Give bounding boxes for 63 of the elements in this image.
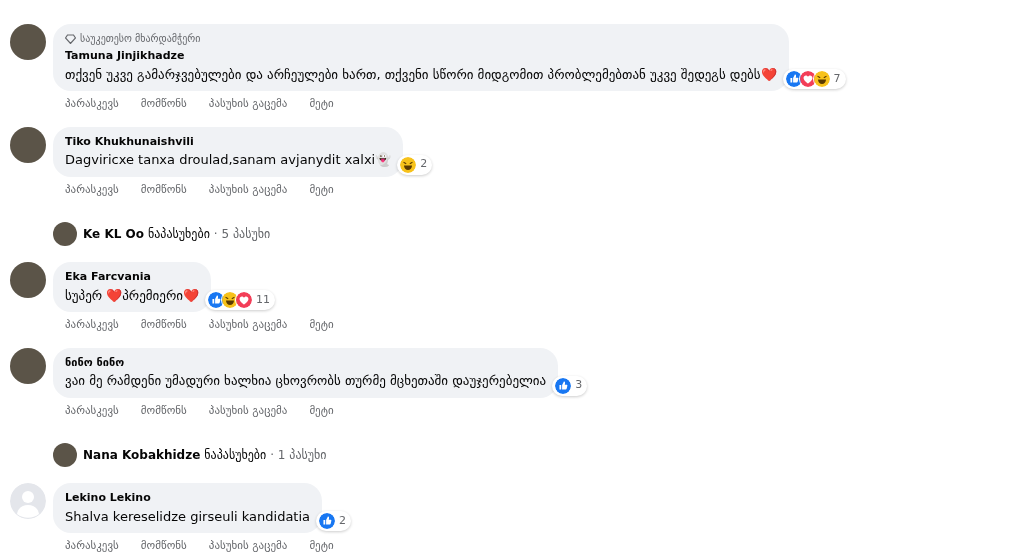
like-reaction-icon xyxy=(784,70,803,88)
comment-action-link[interactable]: მომწონს xyxy=(140,538,187,554)
replied-label: ნაპასუხები xyxy=(148,226,210,243)
comment-action-link[interactable]: პარასკევს xyxy=(65,181,119,198)
comment-action-link[interactable]: პარასკევს xyxy=(65,317,119,334)
comment-action-link[interactable]: პასუხის გაცემა xyxy=(208,181,288,198)
reaction-count: 2 xyxy=(339,512,347,529)
comment-action-link[interactable]: პასუხის გაცემა xyxy=(208,317,288,334)
comment-action-link[interactable]: მეტი xyxy=(309,317,334,334)
comment-action-link[interactable]: პასუხის გაცემა xyxy=(208,538,288,554)
reaction-count: 7 xyxy=(833,70,841,87)
avatar-photo-placeholder[interactable] xyxy=(10,262,46,298)
avatar-photo-placeholder[interactable] xyxy=(53,222,77,246)
reaction-summary[interactable]: 2 xyxy=(316,511,352,531)
reply-count: · 5 პასუხი xyxy=(213,226,271,243)
comment-text: სუპერ ❤პრემიერი❤ xyxy=(65,286,199,305)
badge-label: საუკეთესო მხარდამჭერი xyxy=(80,32,201,46)
author-name[interactable]: ნინო ნინო xyxy=(65,354,547,371)
diamond-icon xyxy=(65,33,76,44)
author-name[interactable]: Eka Farcvania xyxy=(65,269,199,286)
comment-text: Shalva kereselidze girseuli kandidatia xyxy=(65,507,311,526)
comment-action-link[interactable]: პასუხის გაცემა xyxy=(208,402,288,419)
like-reaction-icon xyxy=(554,376,573,395)
comment-action-link[interactable]: მეტი xyxy=(309,538,334,554)
comment-action-link[interactable]: პარასკევს xyxy=(65,96,119,113)
laughing-reaction-icon xyxy=(399,155,418,174)
avatar-photo-placeholder[interactable] xyxy=(10,347,46,384)
heart-reaction-icon xyxy=(235,291,253,309)
comment-text: თქვენ უკვე გამარჯვებულები და არჩეულები ხართ, თქვენი სწორი მიდგომით პრობლემებთან უკვე შედეგს დებს❤ xyxy=(65,65,777,84)
avatar-photo-placeholder[interactable] xyxy=(10,126,46,163)
comment-action-link[interactable]: მეტი xyxy=(309,181,334,198)
reaction-summary[interactable]: 2 xyxy=(397,154,433,175)
reaction-summary[interactable]: 7 xyxy=(782,69,846,89)
comment-action-link[interactable]: მეტი xyxy=(309,96,334,113)
view-replies-link[interactable]: Ke KL Oo ნაპასუხები · 5 პასუხი xyxy=(83,225,271,243)
comment-action-link[interactable]: მომწონს xyxy=(140,96,187,113)
heart-reaction-icon xyxy=(798,70,817,88)
reply-author: Ke KL Oo xyxy=(83,226,144,243)
comment-action-link[interactable]: მომწონს xyxy=(140,181,187,198)
author-name[interactable]: Tiko Khukhunaishvili xyxy=(65,133,392,150)
comment-text: ვაი მე რამდენი უმადური ხალხია ცხოვრობს თურმე მცხეთაში დაუჯერებელია xyxy=(65,372,547,390)
comment-action-link[interactable]: პარასკევს xyxy=(65,402,119,419)
avatar-photo-placeholder[interactable] xyxy=(10,24,46,60)
like-reaction-icon xyxy=(318,512,337,530)
reply-count: · 1 პასუხი xyxy=(270,447,327,464)
laughing-reaction-icon xyxy=(812,70,831,88)
avatar-photo-placeholder[interactable] xyxy=(53,443,77,467)
comment-action-link[interactable]: მომწონს xyxy=(140,317,187,334)
view-replies-link[interactable]: Nana Kobakhidze ნაპასუხები · 1 პასუხი xyxy=(83,446,327,464)
comment-action-link[interactable]: მომწონს xyxy=(140,402,187,419)
reaction-summary[interactable]: 3 xyxy=(552,375,588,396)
reaction-count: 2 xyxy=(420,156,428,173)
reaction-count: 11 xyxy=(256,291,270,308)
reaction-summary[interactable]: 11 xyxy=(205,290,275,310)
author-name[interactable]: Lekino Lekino xyxy=(65,490,311,507)
comment-text: Dagviricxe tanxa droulad,sanam avjanydit xalxi👻 xyxy=(65,151,392,169)
comment-action-link[interactable]: მეტი xyxy=(309,402,334,419)
comment-action-link[interactable]: პარასკევს xyxy=(65,538,119,554)
comment-action-link[interactable]: პასუხის გაცემა xyxy=(208,96,288,113)
reply-author: Nana Kobakhidze xyxy=(83,447,201,464)
replied-label: ნაპასუხები xyxy=(204,447,267,464)
author-name[interactable]: Tamuna Jinjikhadze xyxy=(65,48,777,65)
reaction-count: 3 xyxy=(575,377,583,394)
